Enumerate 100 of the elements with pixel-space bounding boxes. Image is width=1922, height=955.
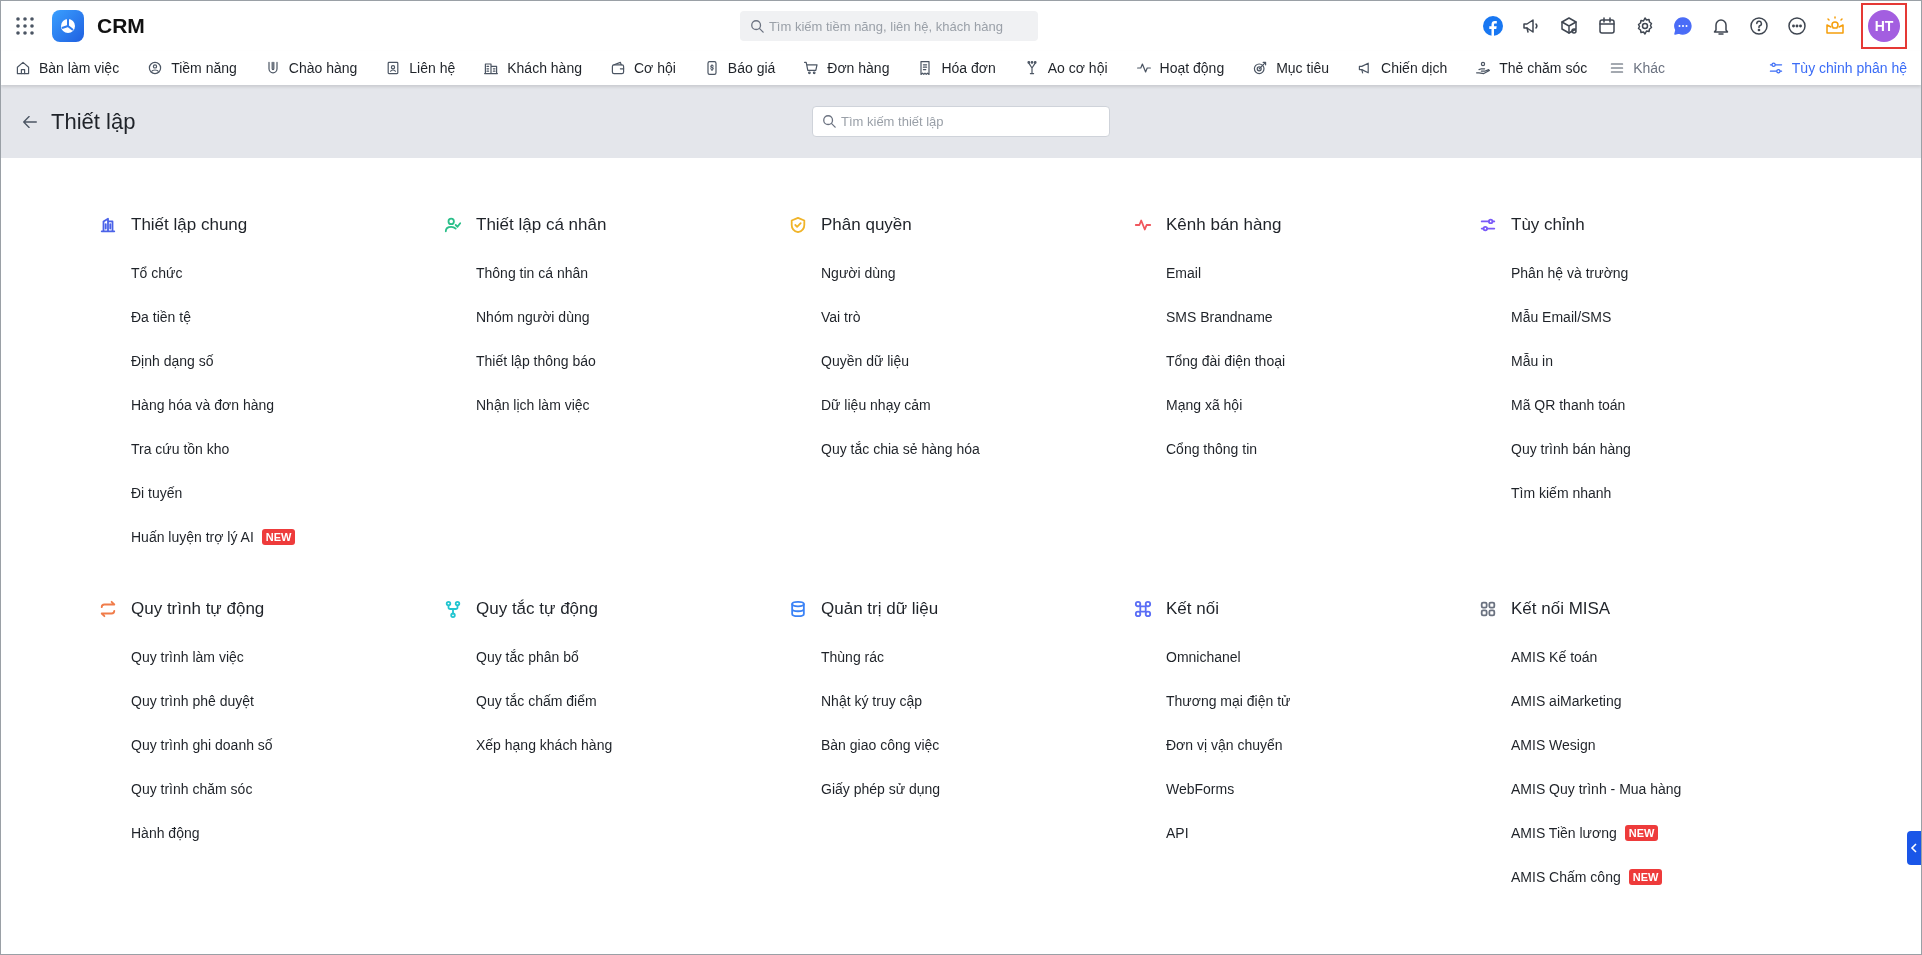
- settings-link[interactable]: Quy trình chăm sóc: [131, 781, 253, 797]
- chat-icon[interactable]: [1673, 16, 1693, 36]
- settings-link[interactable]: AMIS Kế toán: [1511, 649, 1598, 665]
- settings-link[interactable]: Đi tuyến: [131, 485, 183, 501]
- settings-link[interactable]: Thùng rác: [821, 649, 885, 665]
- box-search-icon[interactable]: [1559, 16, 1579, 36]
- new-badge: NEW: [1624, 825, 1659, 841]
- section-title: Thiết lập cá nhân: [476, 215, 607, 235]
- settings-link[interactable]: Tìm kiếm nhanh: [1511, 485, 1612, 501]
- settings-link[interactable]: Quy trình ghi doanh số: [131, 737, 273, 753]
- settings-link[interactable]: SMS Brandname: [1166, 309, 1273, 325]
- settings-link[interactable]: Phân hệ và trường: [1511, 265, 1629, 281]
- social-icon[interactable]: [1483, 16, 1503, 36]
- settings-link[interactable]: Mạng xã hội: [1166, 397, 1243, 413]
- nav-item-icon: [1252, 60, 1269, 76]
- settings-link[interactable]: Huấn luyện trợ lý AI: [131, 529, 254, 545]
- more-menu-button[interactable]: Khác: [1609, 60, 1666, 76]
- notification-bell-icon[interactable]: [1711, 16, 1731, 36]
- settings-link[interactable]: AMIS aiMarketing: [1511, 693, 1622, 709]
- section-title: Quản trị dữ liệu: [821, 599, 939, 619]
- chevron-left-icon: [1910, 843, 1918, 853]
- global-search-field[interactable]: Tìm kiếm tiềm năng, liên hệ, khách hàng: [739, 11, 1038, 41]
- nav-item[interactable]: Ao cơ hội: [1023, 60, 1108, 76]
- section-title: Kênh bán hàng: [1166, 215, 1282, 235]
- settings-link[interactable]: Quy trình bán hàng: [1511, 441, 1631, 457]
- new-badge: NEW: [1628, 869, 1663, 885]
- settings-link[interactable]: Thương mại điện tử: [1166, 693, 1291, 709]
- settings-link[interactable]: Hành động: [131, 825, 200, 841]
- nav-item[interactable]: Thẻ chăm sóc: [1475, 60, 1588, 76]
- settings-link[interactable]: Quy tắc phân bổ: [476, 649, 579, 665]
- settings-icon[interactable]: [1635, 16, 1655, 36]
- nav-item[interactable]: Đơn hàng: [803, 60, 890, 76]
- nav-item[interactable]: Báo giá: [703, 60, 776, 76]
- section-title: Quy tắc tự động: [476, 599, 598, 619]
- settings-link[interactable]: WebForms: [1166, 781, 1235, 797]
- nav-item-icon: [1475, 60, 1492, 76]
- app-title: CRM: [97, 14, 145, 38]
- settings-link[interactable]: Thông tin cá nhân: [476, 265, 589, 281]
- nav-item[interactable]: Cơ hội: [609, 60, 676, 76]
- settings-link[interactable]: Email: [1166, 265, 1201, 281]
- settings-link[interactable]: Tổ chức: [131, 265, 183, 281]
- nav-item[interactable]: Bàn làm việc: [15, 60, 120, 76]
- settings-link[interactable]: Đa tiền tệ: [131, 309, 191, 325]
- new-badge: NEW: [261, 529, 296, 545]
- settings-link[interactable]: Dữ liệu nhạy cảm: [821, 397, 931, 413]
- nav-item[interactable]: Liên hệ: [385, 60, 456, 76]
- section-title: Kết nối MISA: [1511, 599, 1611, 619]
- nav-item[interactable]: Hóa đơn: [917, 60, 996, 76]
- nav-item[interactable]: Chiến dịch: [1357, 60, 1448, 76]
- settings-link[interactable]: Thiết lập thông báo: [476, 353, 596, 369]
- settings-link[interactable]: Quy tắc chấm điểm: [476, 693, 597, 709]
- settings-link[interactable]: Quy trình làm việc: [131, 649, 244, 665]
- settings-link[interactable]: Tra cứu tồn kho: [131, 441, 230, 457]
- settings-link[interactable]: AMIS Chấm công: [1511, 869, 1621, 885]
- settings-link[interactable]: AMIS Tiền lương: [1511, 825, 1617, 841]
- calendar-icon[interactable]: [1597, 16, 1617, 36]
- customize-modules-link[interactable]: Tùy chỉnh phân hệ: [1767, 60, 1907, 76]
- settings-link[interactable]: Đơn vị vận chuyển: [1166, 737, 1283, 753]
- settings-link[interactable]: Xếp hạng khách hàng: [476, 737, 613, 753]
- settings-link[interactable]: API: [1166, 825, 1189, 841]
- settings-link[interactable]: Quy trình phê duyệt: [131, 693, 254, 709]
- nav-item[interactable]: Chào hàng: [264, 60, 358, 76]
- settings-link[interactable]: Người dùng: [821, 265, 896, 281]
- settings-link[interactable]: Nhóm người dùng: [476, 309, 590, 325]
- settings-link[interactable]: Mẫu in: [1511, 353, 1554, 369]
- settings-link[interactable]: Quyền dữ liệu: [821, 353, 909, 369]
- settings-link[interactable]: Bàn giao công việc: [821, 737, 940, 753]
- nav-item-icon: [483, 60, 500, 76]
- collapse-tab[interactable]: [1907, 831, 1921, 865]
- nav-item[interactable]: Khách hàng: [483, 60, 582, 76]
- settings-link[interactable]: Định dạng số: [131, 353, 214, 369]
- apps-grid-icon[interactable]: [15, 16, 35, 36]
- menu-icon: [1609, 60, 1626, 76]
- nav-item[interactable]: Tiềm năng: [147, 60, 237, 76]
- page-title: Thiết lập: [51, 108, 137, 135]
- settings-link[interactable]: Giấy phép sử dụng: [821, 781, 941, 797]
- nav-item-icon: [803, 60, 820, 76]
- settings-link[interactable]: Hàng hóa và đơn hàng: [131, 397, 275, 413]
- section-title: Quy trình tự động: [131, 599, 265, 619]
- help-icon[interactable]: [1749, 16, 1769, 36]
- settings-link[interactable]: Vai trò: [821, 309, 861, 325]
- settings-link[interactable]: AMIS Quy trình - Mua hàng: [1511, 781, 1682, 797]
- nav-item-icon: [15, 60, 31, 76]
- settings-link[interactable]: Mẫu Email/SMS: [1511, 309, 1612, 325]
- settings-link[interactable]: Omnichanel: [1166, 649, 1241, 665]
- settings-link[interactable]: Tổng đài điện thoại: [1166, 353, 1286, 369]
- settings-link[interactable]: Nhận lịch làm việc: [476, 397, 590, 413]
- user-avatar[interactable]: HT: [1868, 10, 1900, 42]
- section-title: Tùy chỉnh: [1511, 215, 1585, 235]
- more-icon[interactable]: [1787, 16, 1807, 36]
- section-title: Thiết lập chung: [131, 215, 248, 235]
- settings-link[interactable]: Quy tắc chia sẻ hàng hóa: [821, 441, 980, 457]
- nav-item[interactable]: Hoạt động: [1135, 60, 1225, 76]
- settings-link[interactable]: Nhật ký truy cập: [821, 693, 923, 709]
- settings-search-field[interactable]: Tìm kiếm thiết lập: [812, 106, 1110, 137]
- settings-link[interactable]: Mã QR thanh toán: [1511, 397, 1626, 413]
- settings-link[interactable]: AMIS Wesign: [1511, 737, 1596, 753]
- settings-link[interactable]: Cổng thông tin: [1166, 441, 1258, 457]
- nav-item[interactable]: Mục tiêu: [1252, 60, 1330, 76]
- megaphone-icon[interactable]: [1521, 16, 1541, 36]
